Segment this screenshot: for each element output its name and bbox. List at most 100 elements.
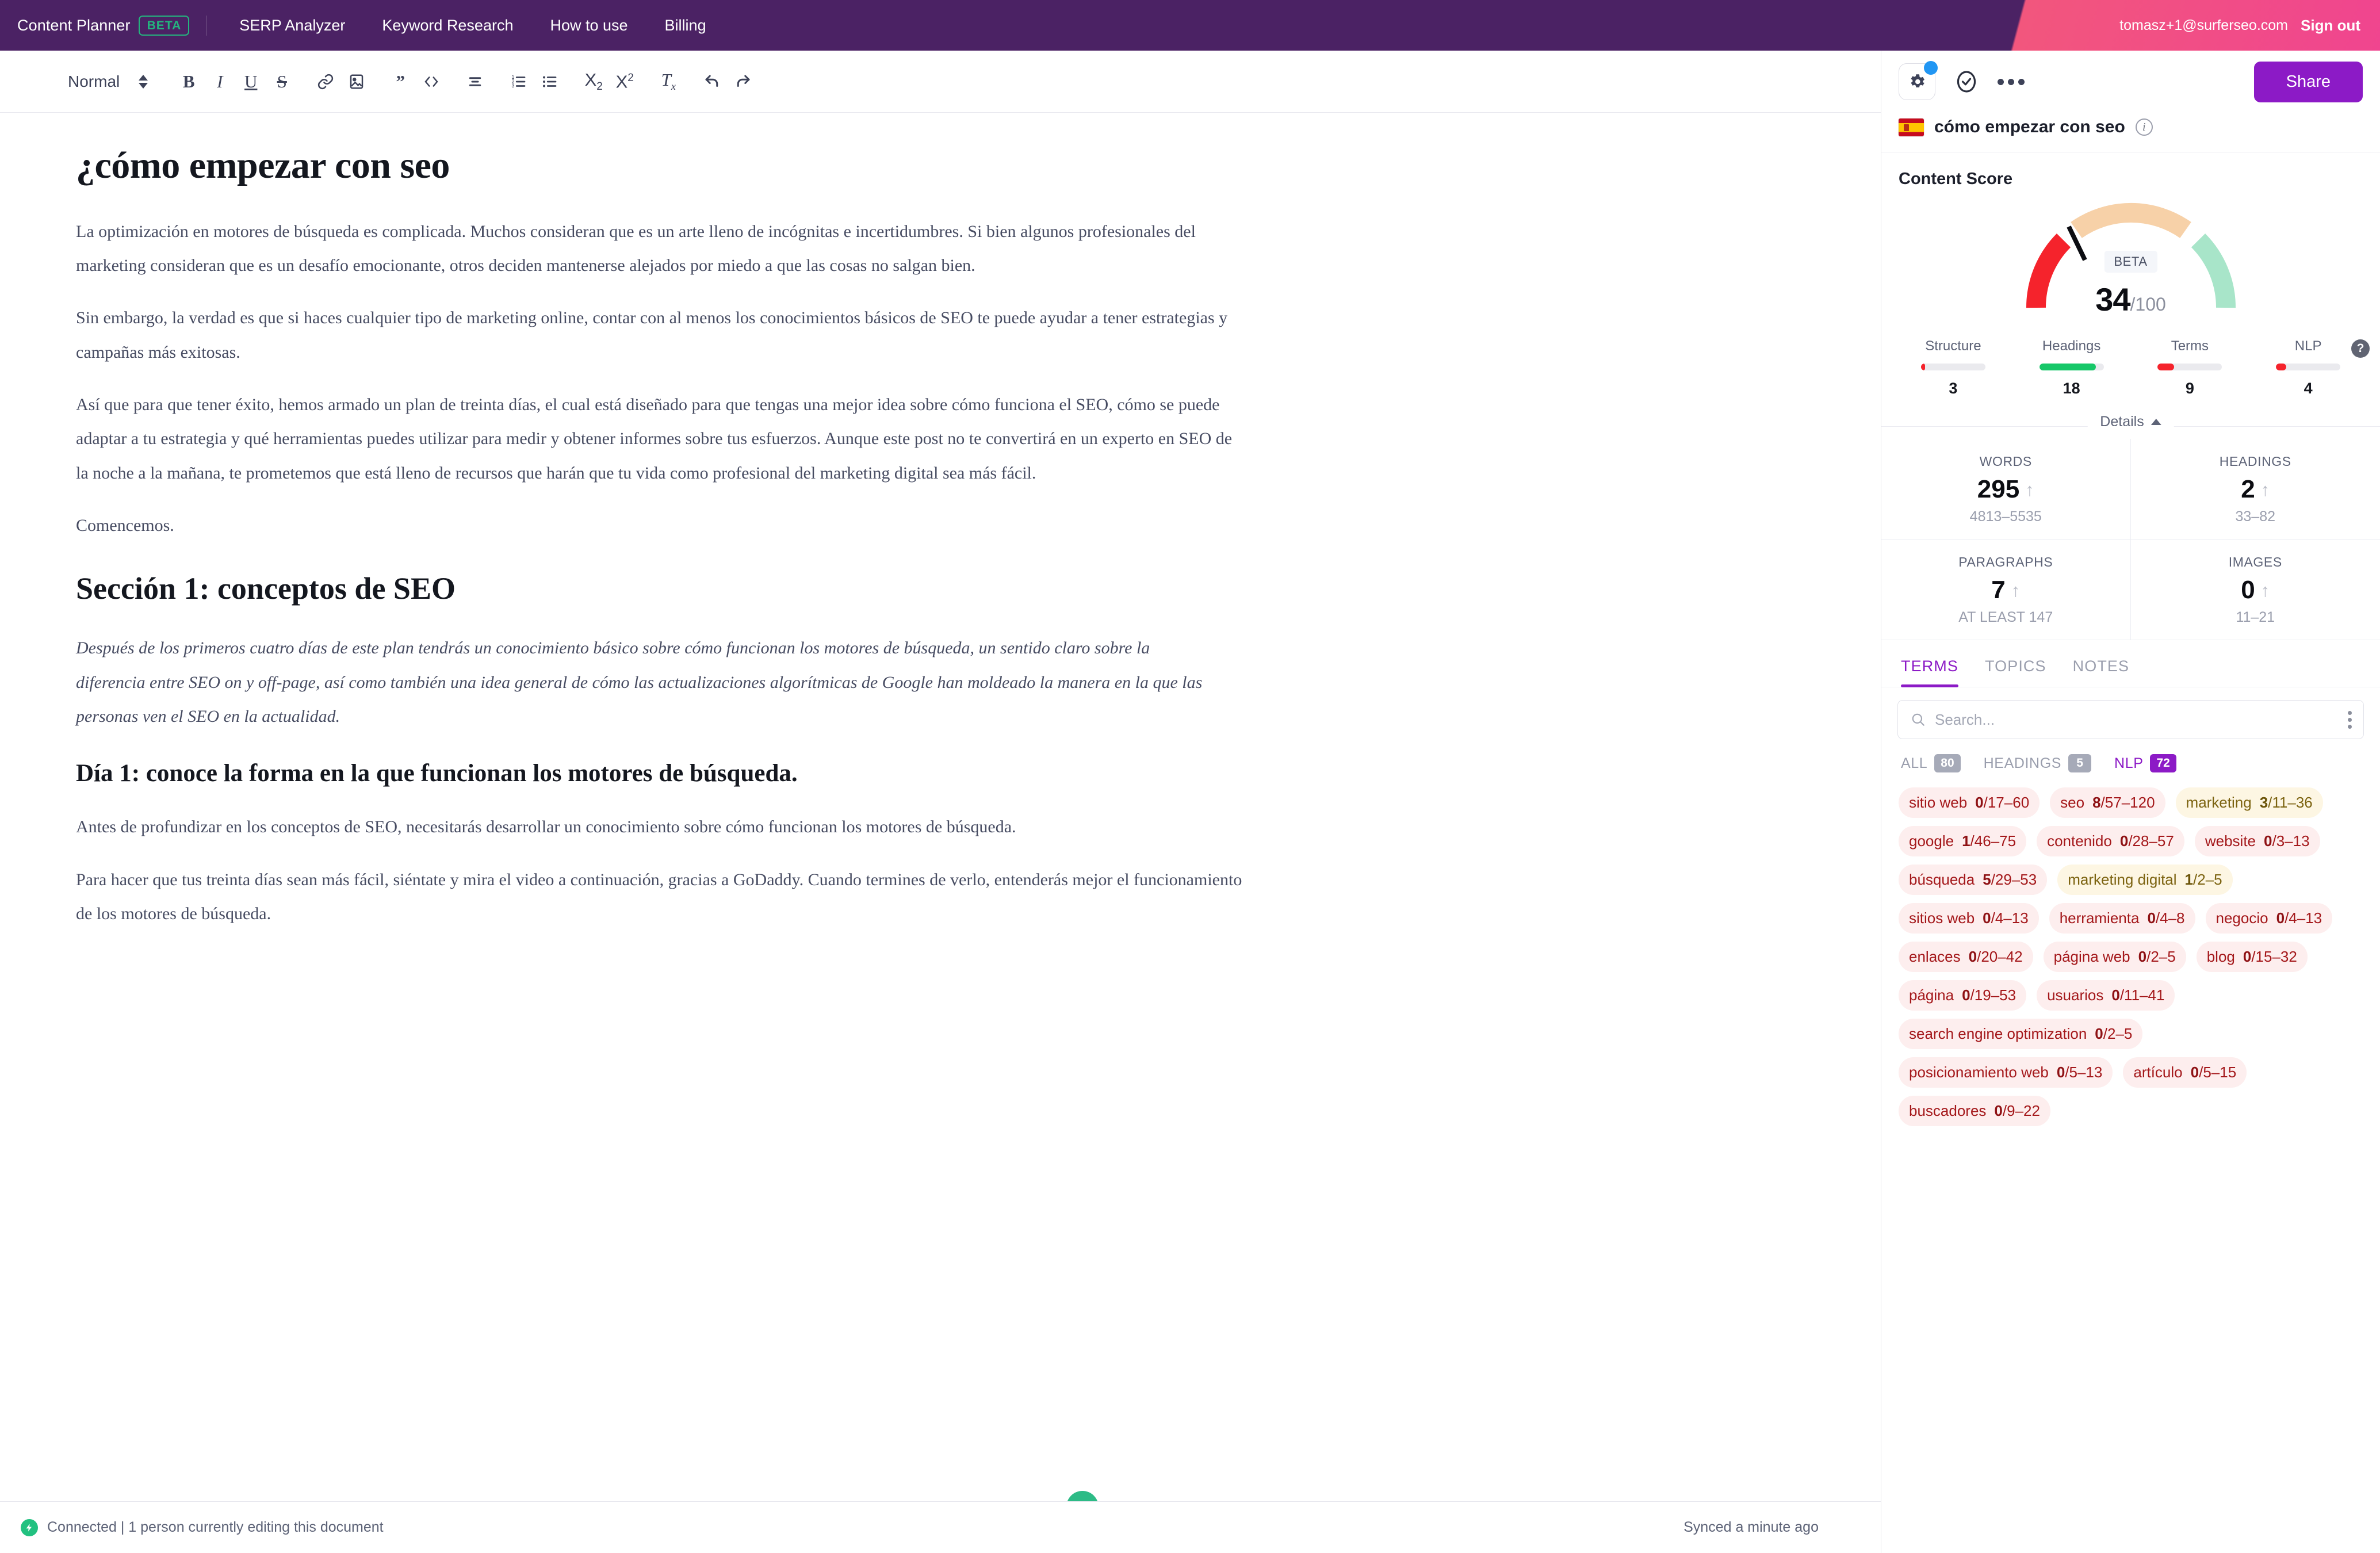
- document-paragraph[interactable]: Sin embargo, la verdad es que si haces c…: [76, 301, 1243, 369]
- stat-range: 4813–5535: [1881, 508, 2130, 525]
- term-chip[interactable]: posicionamiento web0/5–13: [1899, 1057, 2113, 1088]
- document-content[interactable]: ¿cómo empezar con seo La optimización en…: [0, 113, 1881, 1485]
- document-paragraph[interactable]: Para hacer que tus treinta días sean más…: [76, 863, 1243, 931]
- term-chip[interactable]: marketing3/11–36: [2176, 787, 2323, 818]
- term-chip[interactable]: contenido0/28–57: [2037, 826, 2184, 856]
- score-metrics-row: Structure 3 Headings 18 Terms 9 NLP 4 ?: [1881, 338, 2380, 397]
- link-icon[interactable]: [310, 66, 341, 97]
- document-heading-day-1[interactable]: Día 1: conoce la forma en la que funcion…: [76, 758, 1088, 789]
- metric-structure[interactable]: Structure 3: [1894, 338, 2012, 397]
- term-chip[interactable]: blog0/15–32: [2197, 942, 2308, 972]
- metric-nlp[interactable]: NLP 4 ?: [2249, 338, 2367, 397]
- connection-status-group: Connected | 1 person currently editing t…: [21, 1519, 384, 1536]
- bullet-list-icon[interactable]: [534, 66, 565, 97]
- term-chip[interactable]: website0/3–13: [2195, 826, 2320, 856]
- search-options-icon[interactable]: [2348, 711, 2352, 729]
- document-paragraph-italic[interactable]: Después de los primeros cuatro días de e…: [76, 631, 1220, 733]
- superscript-icon[interactable]: X2: [609, 66, 640, 97]
- document-paragraph[interactable]: Así que para que tener éxito, hemos arma…: [76, 388, 1243, 490]
- undo-icon[interactable]: [697, 66, 728, 97]
- term-chip-label: blog: [2207, 948, 2235, 966]
- filter-count: 5: [2068, 754, 2091, 772]
- italic-button[interactable]: I: [204, 66, 235, 97]
- document-paragraph[interactable]: Antes de profundizar en los conceptos de…: [76, 810, 1243, 844]
- term-chip[interactable]: herramienta0/4–8: [2049, 903, 2195, 934]
- gear-icon: [1907, 72, 1927, 91]
- more-options-button[interactable]: [1998, 79, 2025, 85]
- details-toggle-button[interactable]: Details: [2087, 414, 2174, 430]
- subscript-icon[interactable]: X2: [578, 66, 609, 97]
- term-chip-usage: 0/5–15: [2191, 1064, 2237, 1081]
- sync-status-text: Synced a minute ago: [1683, 1519, 1819, 1536]
- term-chip[interactable]: página web0/2–5: [2044, 942, 2186, 972]
- nav-link-billing[interactable]: Billing: [665, 17, 706, 35]
- info-icon[interactable]: i: [2136, 118, 2153, 136]
- strikethrough-button[interactable]: S: [266, 66, 297, 97]
- beta-badge: BETA: [139, 16, 190, 36]
- document-paragraph[interactable]: Comencemos.: [76, 508, 1243, 542]
- code-block-icon[interactable]: [416, 66, 447, 97]
- term-chip[interactable]: búsqueda5/29–53: [1899, 865, 2047, 895]
- stat-headings: HEADINGS 2 ↑ 33–82: [2131, 439, 2380, 540]
- check-circle-button[interactable]: [1950, 66, 1983, 98]
- term-chip-usage: 1/46–75: [1962, 832, 2016, 850]
- metric-bar: [2040, 364, 2104, 370]
- brand-label: Content Planner: [17, 17, 131, 35]
- share-button[interactable]: Share: [2254, 62, 2363, 102]
- align-icon[interactable]: [460, 66, 491, 97]
- document-title[interactable]: ¿cómo empezar con seo: [76, 143, 1812, 189]
- clear-format-icon[interactable]: Tx: [653, 66, 684, 97]
- stat-range: 33–82: [2131, 508, 2380, 525]
- redo-icon[interactable]: [728, 66, 759, 97]
- metric-headings[interactable]: Headings 18: [2012, 338, 2131, 397]
- filter-nlp[interactable]: NLP 72: [2114, 754, 2176, 772]
- document-paragraph[interactable]: La optimización en motores de búsqueda e…: [76, 215, 1243, 283]
- term-chip[interactable]: marketing digital1/2–5: [2057, 865, 2232, 895]
- filter-label: ALL: [1901, 755, 1927, 772]
- ordered-list-icon[interactable]: 123: [503, 66, 534, 97]
- editor-status-bar: Connected | 1 person currently editing t…: [0, 1501, 1881, 1553]
- term-chip-usage: 5/29–53: [1983, 871, 2037, 889]
- sign-out-link[interactable]: Sign out: [2301, 17, 2360, 35]
- term-chip[interactable]: sitio web0/17–60: [1899, 787, 2040, 818]
- term-chip[interactable]: google 1/46–75: [1899, 826, 2026, 856]
- image-icon[interactable]: [341, 66, 372, 97]
- term-chip-label: herramienta: [2060, 909, 2140, 927]
- nav-link-keyword-research[interactable]: Keyword Research: [382, 17, 513, 35]
- term-chip[interactable]: página0/19–53: [1899, 980, 2026, 1011]
- term-chip[interactable]: negocio0/4–13: [2206, 903, 2333, 934]
- bold-button[interactable]: B: [173, 66, 204, 97]
- nav-link-serp-analyzer[interactable]: SERP Analyzer: [239, 17, 345, 35]
- underline-button[interactable]: U: [235, 66, 266, 97]
- metric-terms[interactable]: Terms 9: [2131, 338, 2249, 397]
- nav-link-how-to-use[interactable]: How to use: [550, 17, 627, 35]
- term-chip[interactable]: enlaces0/20–42: [1899, 942, 2033, 972]
- term-chip[interactable]: search engine optimization0/2–5: [1899, 1019, 2142, 1049]
- paragraph-style-select[interactable]: Normal: [68, 72, 148, 91]
- term-chip-label: google: [1909, 832, 1954, 850]
- keyword-title: cómo empezar con seo: [1934, 117, 2125, 137]
- term-chip-usage: 0/9–22: [1994, 1102, 2040, 1120]
- help-icon[interactable]: ?: [2351, 339, 2370, 358]
- document-heading-section-1[interactable]: Sección 1: conceptos de SEO: [76, 569, 1812, 609]
- terms-search-box[interactable]: [1897, 700, 2364, 739]
- term-chip[interactable]: seo8/57–120: [2050, 787, 2165, 818]
- search-input[interactable]: [1935, 711, 2339, 729]
- metric-label: NLP: [2249, 338, 2367, 354]
- tab-topics[interactable]: TOPICS: [1985, 657, 2046, 687]
- tab-terms[interactable]: TERMS: [1901, 657, 1958, 687]
- term-chip[interactable]: buscadores0/9–22: [1899, 1096, 2050, 1126]
- tab-notes[interactable]: NOTES: [2073, 657, 2130, 687]
- metric-value: 18: [2012, 380, 2131, 397]
- settings-button[interactable]: [1899, 63, 1935, 100]
- term-chip[interactable]: sitios web0/4–13: [1899, 903, 2039, 934]
- term-chip[interactable]: artículo0/5–15: [2123, 1057, 2247, 1088]
- metric-bar: [2276, 364, 2340, 370]
- term-chip-usage: 3/11–36: [2260, 794, 2313, 812]
- filter-all[interactable]: ALL 80: [1901, 754, 1961, 772]
- brand-group[interactable]: Content Planner BETA: [17, 16, 207, 36]
- filter-count: 72: [2150, 754, 2176, 772]
- blockquote-icon[interactable]: ”: [385, 66, 416, 97]
- term-chip[interactable]: usuarios0/11–41: [2037, 980, 2175, 1011]
- filter-headings[interactable]: HEADINGS 5: [1984, 754, 2091, 772]
